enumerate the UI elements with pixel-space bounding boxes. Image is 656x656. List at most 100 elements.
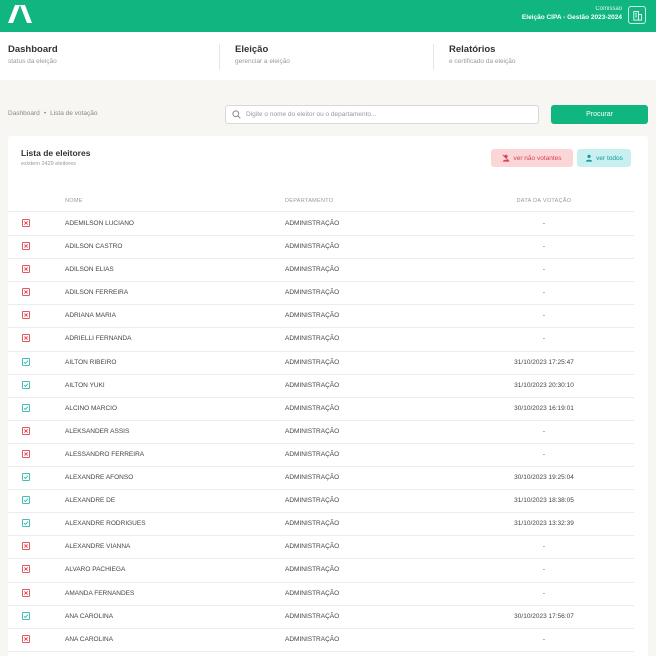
table-row[interactable]: AMANDA FERNANDES ADMINISTRAÇÃO - — [8, 583, 634, 606]
voter-department: ADMINISTRAÇÃO — [285, 266, 340, 274]
check-square-icon — [22, 380, 30, 389]
search-button[interactable]: Procurar — [551, 105, 648, 124]
voter-department: ADMINISTRAÇÃO — [285, 220, 340, 227]
filter-all-button[interactable]: ver todos — [577, 149, 631, 167]
x-square-icon — [22, 288, 30, 297]
table-row[interactable]: ALEXANDRE AFONSO ADMINISTRAÇÃO 30/10/2023 … — [8, 467, 634, 491]
vote-date: 31/10/2023 20:30:10 — [514, 381, 574, 389]
voter-department: ADMINISTRAÇÃO — [285, 243, 340, 251]
election-name: Eleição CIPA - Gestão 2023-2024 — [521, 14, 622, 21]
table-row[interactable]: ALEXANDRE DE ADMINISTRAÇÃO 31/10/2023 18:3… — [8, 490, 634, 514]
voter-department: ADMINISTRAÇÃO — [285, 289, 340, 297]
table-row[interactable]: AILTON RIBEIRO ADMINISTRAÇÃO 31/10/2023 17… — [8, 352, 634, 375]
voter-department: ADMINISTRAÇÃO — [285, 543, 340, 551]
nav-eleicao-subtitle: gerenciar a eleição — [235, 58, 290, 65]
nav-dashboard-subtitle: status da eleição — [8, 58, 57, 65]
search-input[interactable] — [246, 111, 526, 118]
column-department[interactable]: DEPARTAMENTO — [285, 198, 333, 204]
table-row[interactable]: ANA CAROLINA ADMINISTRAÇÃO 30/10/2023 17:5… — [8, 606, 634, 629]
x-square-icon — [22, 311, 30, 320]
voter-name: ALEXANDRE AFONSO — [65, 474, 134, 482]
x-square-icon — [22, 565, 30, 574]
voter-table-body: ADEMILSON LUCIANO ADMINISTRAÇÃO - ADILSON C… — [8, 213, 634, 652]
voter-department: ADMINISTRAÇÃO — [285, 520, 340, 528]
filter-all-label: ver todos — [596, 154, 623, 162]
voter-department: ADMINISTRAÇÃO — [285, 612, 340, 620]
table-row[interactable]: ALEKSANDER ASSIS ADMINISTRAÇÃO - — [8, 421, 634, 444]
voter-department: ADMINISTRAÇÃO — [285, 404, 340, 412]
voter-department: ADMINISTRAÇÃO — [285, 358, 340, 366]
voter-department: ADMINISTRAÇÃO — [285, 335, 340, 343]
nav-eleicao-title: Eleição — [235, 44, 269, 55]
table-header: NOME DEPARTAMENTO DATA DA VOTAÇÃO — [8, 196, 634, 212]
building-icon — [632, 10, 642, 20]
nav-dashboard[interactable]: Dashboard status da eleição — [8, 44, 58, 68]
breadcrumb: Dashboard • Lista de votação — [8, 110, 97, 117]
table-row[interactable]: ADRIANA MARIA ADMINISTRAÇÃO - — [8, 305, 634, 329]
voter-department: ADMINISTRAÇÃO — [285, 427, 340, 435]
vote-date: - — [542, 266, 546, 274]
voter-name: ADEMILSON LUCIANO — [65, 220, 134, 227]
nav-eleicao[interactable]: Eleição gerenciar a eleição — [235, 44, 290, 68]
search-icon — [232, 110, 241, 119]
voter-name: ANA CAROLINA — [65, 635, 114, 643]
vote-date: - — [542, 335, 546, 343]
voter-name: ALESSANDRO FERREIRA — [65, 450, 145, 458]
table-row[interactable]: ALESSANDRO FERREIRA ADMINISTRAÇÃO - — [8, 444, 634, 468]
voter-name: ADILSON ELIAS — [65, 266, 114, 274]
table-row[interactable]: ADILSON ELIAS ADMINISTRAÇÃO - — [8, 259, 634, 283]
nav-relatorios-title: Relatórios — [449, 44, 496, 55]
table-row[interactable]: ADILSON CASTRO ADMINISTRAÇÃO - — [8, 236, 634, 260]
x-square-icon — [22, 449, 30, 458]
vote-date: 31/10/2023 17:25:47 — [514, 358, 574, 366]
voter-name: ALEXANDRE VIANNA — [65, 543, 131, 551]
voter-department: ADMINISTRAÇÃO — [285, 450, 340, 458]
x-square-icon — [22, 265, 30, 274]
voter-name: ALEXANDRE RODRIGUES — [65, 520, 146, 528]
voter-name: AILTON RIBEIRO — [65, 358, 117, 366]
x-square-icon — [22, 242, 30, 251]
check-square-icon — [22, 473, 30, 481]
table-row[interactable]: ADILSON FERREIRA ADMINISTRAÇÃO - — [8, 282, 634, 306]
filter-nonvoters-button[interactable]: ver não votantes — [491, 149, 573, 167]
nav-relatorios-subtitle: e certificado da eleição — [449, 58, 516, 65]
voter-name: ADRIANA MARIA — [65, 312, 116, 320]
table-row[interactable]: AILTON YUKI ADMINISTRAÇÃO 31/10/2023 20:30… — [8, 375, 634, 398]
app-logo[interactable] — [8, 5, 32, 23]
vote-date: - — [542, 589, 546, 597]
list-count: existem 2429 eleitores — [21, 161, 77, 167]
x-square-icon — [22, 334, 30, 343]
table-row[interactable]: ALEXANDRE RODRIGUES ADMINISTRAÇÃO 31/10/20… — [8, 513, 634, 537]
voter-name: ADILSON FERREIRA — [65, 289, 129, 297]
table-row[interactable]: ALCINO MARCIO ADMINISTRAÇÃO 30/10/2023 16:… — [8, 398, 634, 421]
voter-department: ADMINISTRAÇÃO — [285, 566, 340, 574]
vote-date: - — [542, 220, 546, 227]
x-square-icon — [22, 426, 30, 435]
check-square-icon — [22, 496, 30, 505]
column-name[interactable]: NOME — [65, 198, 83, 204]
commission-button[interactable] — [628, 6, 646, 24]
top-bar: Comissão Eleição CIPA - Gestão 2023-2024 — [0, 0, 656, 32]
vote-date: 31/10/2023 18:38:05 — [514, 497, 574, 505]
voter-name: AILTON YUKI — [65, 381, 105, 389]
check-square-icon — [22, 403, 30, 412]
table-row[interactable]: ALVARO PACHIEGA ADMINISTRAÇÃO - — [8, 559, 634, 583]
voter-department: ADMINISTRAÇÃO — [285, 381, 340, 389]
breadcrumb-root[interactable]: Dashboard — [8, 110, 40, 117]
voter-department: ADMINISTRAÇÃO — [285, 635, 340, 643]
table-row[interactable]: ANA CAROLINA ADMINISTRAÇÃO - — [8, 629, 634, 652]
vote-date: - — [542, 427, 546, 435]
vote-date: - — [542, 312, 546, 320]
voter-name: AMANDA FERNANDES — [65, 589, 135, 597]
nav-relatorios[interactable]: Relatórios e certificado da eleição — [449, 44, 516, 68]
table-row[interactable]: ADRIELLI FERNANDA ADMINISTRAÇÃO - — [8, 328, 634, 352]
vote-date: - — [542, 635, 546, 643]
table-row[interactable]: ALEXANDRE VIANNA ADMINISTRAÇÃO - — [8, 536, 634, 560]
search-box — [225, 105, 539, 124]
vote-date: - — [542, 450, 546, 458]
table-row[interactable]: ADEMILSON LUCIANO ADMINISTRAÇÃO - — [8, 213, 634, 237]
filter-nonvoters-label: ver não votantes — [513, 154, 562, 162]
voter-department: ADMINISTRAÇÃO — [285, 589, 340, 597]
check-square-icon — [22, 519, 30, 528]
column-vote-date[interactable]: DATA DA VOTAÇÃO — [474, 198, 614, 204]
